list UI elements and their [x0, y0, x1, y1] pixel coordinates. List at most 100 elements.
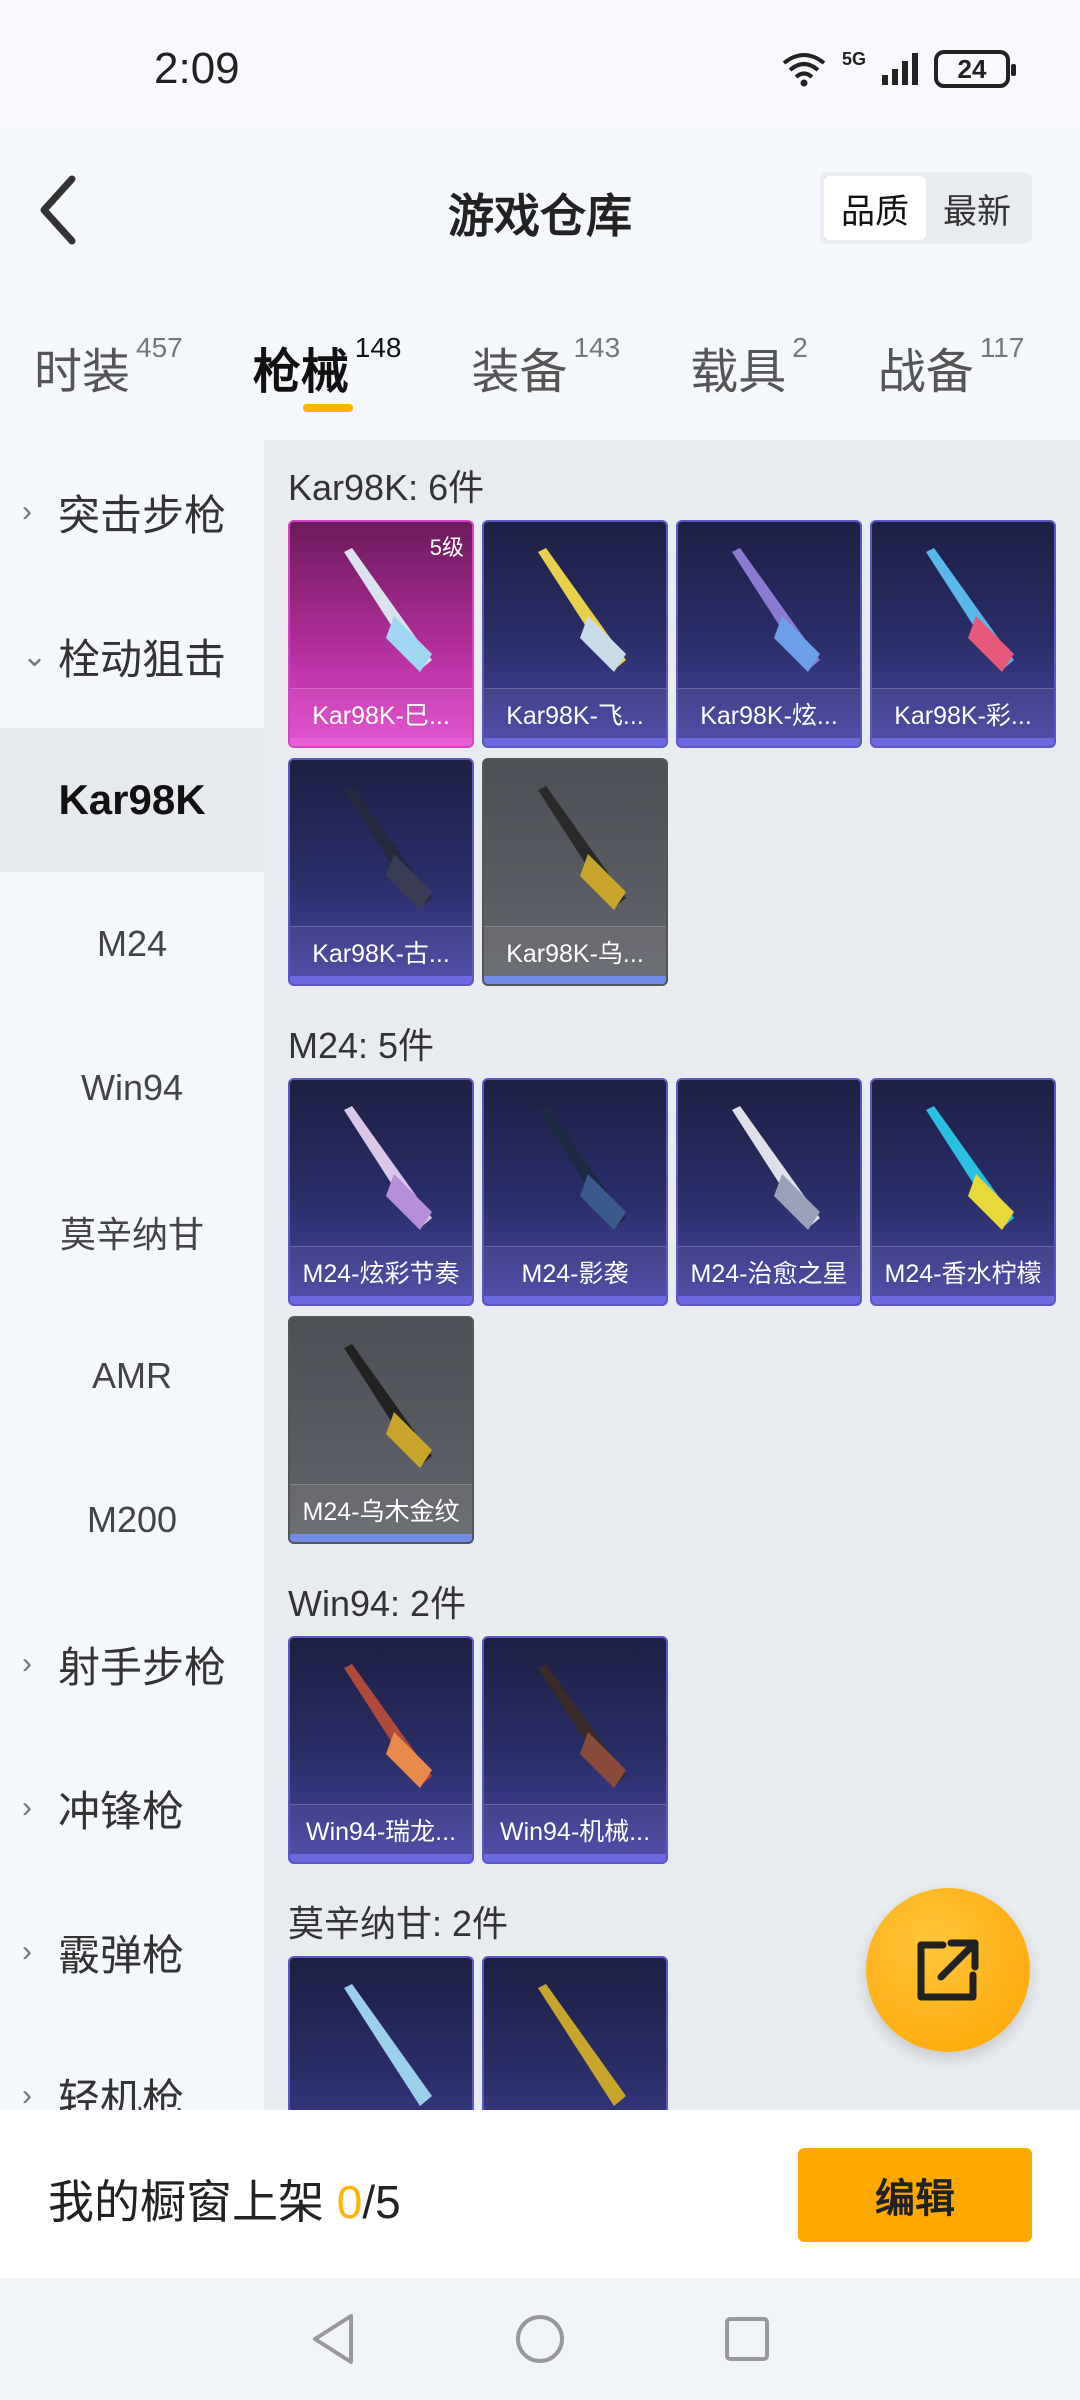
sort-latest-button[interactable]: 最新: [926, 176, 1028, 240]
sidebar-item-dmr[interactable]: › 射手步枪: [0, 1592, 264, 1736]
sidebar-item-shotgun[interactable]: › 霰弹枪: [0, 1880, 264, 2024]
weapon-card[interactable]: M24-炫彩节奏: [288, 1078, 474, 1306]
item-grid-kar98k: 5级 Kar98K-巳... Kar98K-飞... Kar98K-炫... K…: [264, 520, 1080, 986]
tab-fashion[interactable]: 时装 457: [34, 292, 183, 402]
sidebar-item-m24[interactable]: M24: [0, 872, 264, 1016]
nav-recents-button[interactable]: [717, 2309, 777, 2369]
sidebar-item-bolt-sniper[interactable]: ⌄ 栓动狙击: [0, 584, 264, 728]
tab-label: 装备: [471, 346, 568, 399]
status-time: 2:09: [154, 44, 240, 93]
sidebar-item-label: 栓动狙击: [58, 635, 227, 683]
weapon-card-name: Kar98K-乌...: [484, 926, 666, 976]
edit-button[interactable]: 编辑: [798, 2148, 1032, 2242]
weapon-category-sidebar: › 突击步枪 ⌄ 栓动狙击 Kar98K M24 Win94 莫辛纳甘 AMR …: [0, 440, 264, 2110]
weapon-card[interactable]: Kar98K-飞...: [482, 520, 668, 748]
sidebar-item-amr[interactable]: AMR: [0, 1304, 264, 1448]
share-floating-button[interactable]: [866, 1888, 1030, 2052]
rifle-icon: [344, 548, 432, 672]
rifle-icon: [344, 1344, 432, 1468]
weapon-card-name: Kar98K-彩...: [872, 688, 1054, 738]
weapon-card[interactable]: Win94-瑞龙...: [288, 1636, 474, 1864]
weapon-card[interactable]: Kar98K-炫...: [676, 520, 862, 748]
nav-back-button[interactable]: [303, 2309, 363, 2369]
item-grid-win94: Win94-瑞龙... Win94-机械...: [264, 1636, 1080, 1864]
sidebar-item-win94[interactable]: Win94: [0, 1016, 264, 1160]
weapon-card[interactable]: [288, 1956, 474, 2110]
sidebar-item-assault-rifle[interactable]: › 突击步枪: [0, 440, 264, 584]
group-title-m24: M24: 5件: [288, 1025, 435, 1066]
tab-equipment[interactable]: 装备 143: [471, 292, 620, 402]
system-nav-bar: [0, 2278, 1080, 2400]
tab-label: 时装: [34, 346, 131, 399]
tab-firearms[interactable]: 枪械 148: [252, 292, 402, 412]
sidebar-item-label: 轻机枪: [58, 2075, 185, 2111]
weapon-card-name: Kar98K-炫...: [678, 688, 860, 738]
category-tabs: 时装 457 枪械 148 装备 143 载具 2 战备 117: [0, 292, 1080, 440]
showcase-bar: 我的橱窗上架 0/5 编辑: [0, 2110, 1080, 2278]
weapon-list: Kar98K: 6件 5级 Kar98K-巳... Kar98K-飞... Ka…: [264, 440, 1080, 2110]
sidebar-item-kar98k[interactable]: Kar98K: [0, 728, 264, 872]
sidebar-item-label: 射手步枪: [58, 1643, 227, 1691]
tab-label: 枪械: [252, 346, 349, 399]
weapon-card[interactable]: [482, 1956, 668, 2110]
weapon-card-name: M24-乌木金纹: [290, 1484, 472, 1534]
chevron-right-icon: ›: [22, 2079, 32, 2110]
weapon-card-name: Kar98K-古...: [290, 926, 472, 976]
showcase-current: 0: [336, 2176, 363, 2228]
weapon-card-name: M24-炫彩节奏: [290, 1246, 472, 1296]
sidebar-item-m200[interactable]: M200: [0, 1448, 264, 1592]
sidebar-item-label: 突击步枪: [58, 491, 227, 539]
chevron-right-icon: ›: [22, 1791, 32, 1824]
network-label: 5G: [841, 48, 866, 69]
rifle-icon: [732, 548, 820, 672]
rarity-bar: [484, 1296, 666, 1304]
weapon-card[interactable]: 5级 Kar98K-巳...: [288, 520, 474, 748]
wifi-icon: [782, 53, 826, 87]
battery-indicator: 24: [934, 50, 1016, 88]
rarity-bar: [290, 1854, 472, 1862]
tab-supplies[interactable]: 战备 117: [878, 292, 1025, 402]
sidebar-item-mosin[interactable]: 莫辛纳甘: [0, 1160, 264, 1304]
rarity-bar: [290, 976, 472, 984]
rifle-icon: [538, 1106, 626, 1230]
weapon-card[interactable]: Win94-机械...: [482, 1636, 668, 1864]
weapon-card-name: M24-治愈之星: [678, 1246, 860, 1296]
weapon-card[interactable]: M24-香水柠檬: [870, 1078, 1056, 1306]
sidebar-item-label: 霰弹枪: [58, 1931, 185, 1979]
rifle-icon: [344, 786, 432, 910]
weapon-card-name: Win94-瑞龙...: [290, 1804, 472, 1854]
chevron-right-icon: ›: [22, 1935, 32, 1968]
rarity-bar: [484, 1854, 666, 1862]
sidebar-item-smg[interactable]: › 冲锋枪: [0, 1736, 264, 1880]
chevron-down-icon: ⌄: [22, 639, 48, 673]
group-title-win94: Win94: 2件: [288, 1583, 467, 1624]
tab-vehicles[interactable]: 载具 2: [690, 292, 808, 402]
rarity-bar: [678, 738, 860, 746]
tab-active-indicator: [302, 404, 353, 412]
weapon-card[interactable]: M24-影袭: [482, 1078, 668, 1306]
rarity-bar: [290, 1534, 472, 1542]
weapon-card-name: M24-香水柠檬: [872, 1246, 1054, 1296]
status-icons: 5G 24: [780, 48, 1016, 88]
tab-count: 148: [354, 332, 402, 363]
rarity-bar: [872, 738, 1054, 746]
weapon-card[interactable]: M24-治愈之星: [676, 1078, 862, 1306]
chevron-right-icon: ›: [22, 1647, 32, 1680]
rifle-icon: [344, 1664, 432, 1788]
showcase-label: 我的橱窗上架: [48, 2176, 337, 2228]
weapon-card[interactable]: Kar98K-古...: [288, 758, 474, 986]
rifle-icon: [926, 1106, 1014, 1230]
rarity-bar: [290, 1296, 472, 1304]
sidebar-item-lmg[interactable]: › 轻机枪: [0, 2024, 264, 2111]
chevron-right-icon: ›: [22, 495, 32, 528]
tab-count: 143: [573, 332, 621, 363]
rifle-icon: [538, 1984, 626, 2106]
weapon-card[interactable]: M24-乌木金纹: [288, 1316, 474, 1544]
sort-quality-button[interactable]: 品质: [824, 176, 926, 240]
weapon-card[interactable]: Kar98K-乌...: [482, 758, 668, 986]
rifle-icon: [538, 548, 626, 672]
share-icon: [917, 1939, 979, 2001]
square-recents-icon: [724, 2317, 769, 2361]
weapon-card[interactable]: Kar98K-彩...: [870, 520, 1056, 748]
nav-home-button[interactable]: [510, 2309, 570, 2369]
